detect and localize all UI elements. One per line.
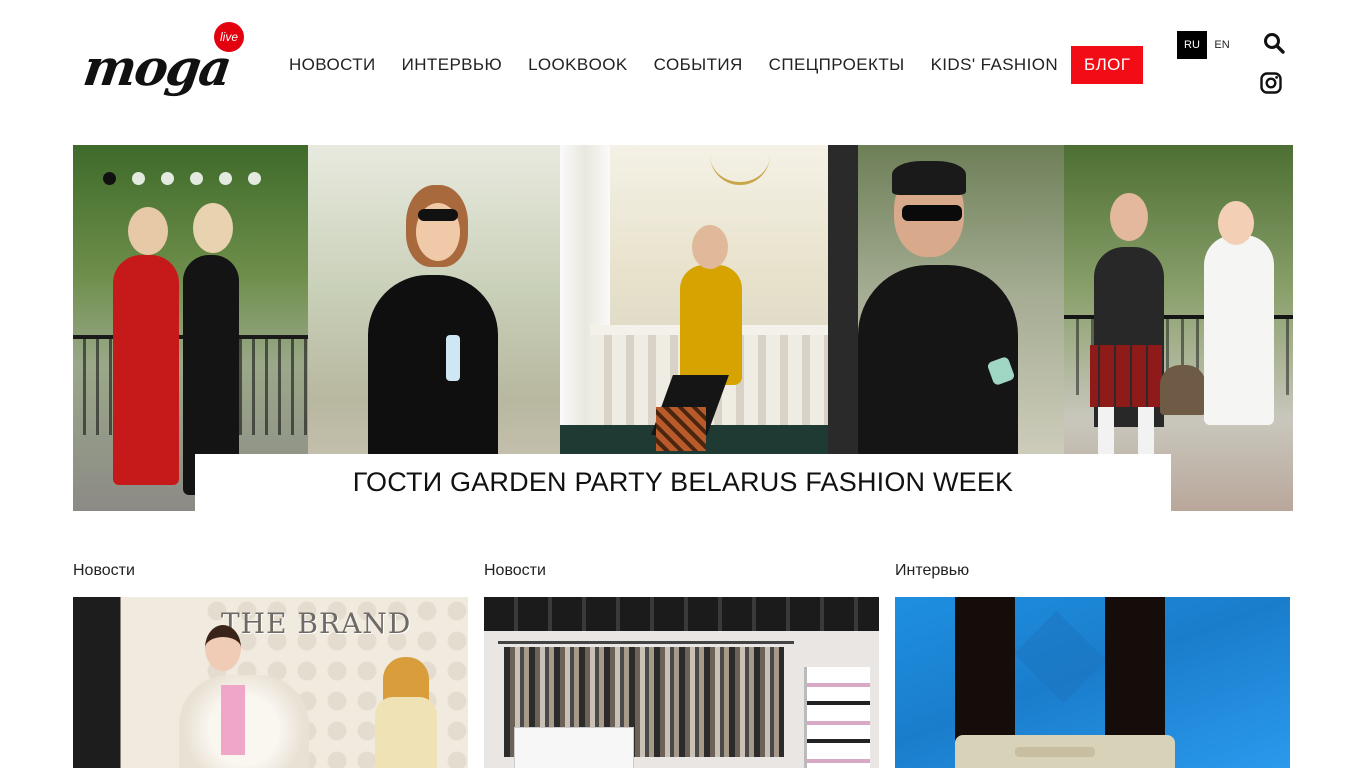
card-category[interactable]: Новости [73,560,468,582]
ceiling [484,597,879,631]
guest-figure [680,265,742,385]
guest-figure [193,203,233,253]
article-card-1[interactable]: Новости THE BRAND [73,560,468,768]
slide-caption-text: ГОСТИ GARDEN PARTY BELARUS FASHION WEEK [352,467,1014,497]
dogs [1160,365,1206,415]
card-image[interactable] [484,597,879,768]
instagram-icon[interactable] [1260,72,1282,94]
nav-item-special-projects[interactable]: СПЕЦПРОЕКТЫ [756,46,918,84]
slider-dots [103,172,261,185]
guest-figure [1218,201,1254,245]
boots [656,407,706,451]
logo-wordmark: moga [79,38,234,97]
model-figure [205,625,241,671]
sunglasses [902,205,962,221]
slider-dot-6[interactable] [248,172,261,185]
slide-caption[interactable]: ГОСТИ GARDEN PARTY BELARUS FASHION WEEK [195,454,1171,511]
mannequin-dress [375,697,437,768]
counter [514,727,634,768]
nav-item-interview[interactable]: ИНТЕРВЬЮ [389,46,515,84]
chandelier [710,145,770,185]
nav-item-kids-fashion[interactable]: KIDS' FASHION [918,46,1071,84]
article-card-2[interactable]: Новости [484,560,879,768]
hero-slider[interactable]: ГОСТИ GARDEN PARTY BELARUS FASHION WEEK [73,145,1293,511]
card-category[interactable]: Интервью [895,560,1290,582]
slider-dot-2[interactable] [132,172,145,185]
card-image[interactable]: THE BRAND [73,597,468,768]
lang-ru-button[interactable]: RU [1177,31,1207,59]
slider-dot-5[interactable] [219,172,232,185]
nav-item-blog[interactable]: БЛОГ [1071,46,1144,84]
lang-en-button[interactable]: EN [1207,31,1237,59]
kilt [1090,345,1162,407]
slider-dot-4[interactable] [190,172,203,185]
site-logo[interactable]: moga live [80,20,250,120]
shirt-collar [1014,611,1106,703]
slider-dot-3[interactable] [161,172,174,185]
logo-live-badge: live [214,22,244,52]
article-card-3[interactable]: Интервью [895,560,1290,768]
guest-figure [1204,235,1274,425]
nav-item-news[interactable]: НОВОСТИ [276,46,389,84]
main-nav: НОВОСТИ ИНТЕРВЬЮ LOOKBOOK СОБЫТИЯ СПЕЦПР… [276,46,1144,84]
brand-sign: THE BRAND [221,607,412,640]
clothing-rack [498,641,794,644]
guest-figure [113,255,179,485]
nav-item-events[interactable]: СОБЫТИЯ [641,46,756,84]
sunglasses [418,209,458,221]
card-image[interactable] [895,597,1290,768]
model-figure [221,685,245,755]
socks [1098,407,1154,457]
guest-figure [692,225,728,269]
handbag [1015,747,1095,757]
guest-figure [1110,193,1148,241]
card-category[interactable]: Новости [484,560,879,582]
water-bottle [446,335,460,381]
guest-figure [892,161,966,195]
search-icon[interactable] [1262,31,1286,55]
slider-dot-1[interactable] [103,172,116,185]
guest-figure [128,207,168,255]
nav-item-lookbook[interactable]: LOOKBOOK [515,46,641,84]
shelf [804,667,870,768]
